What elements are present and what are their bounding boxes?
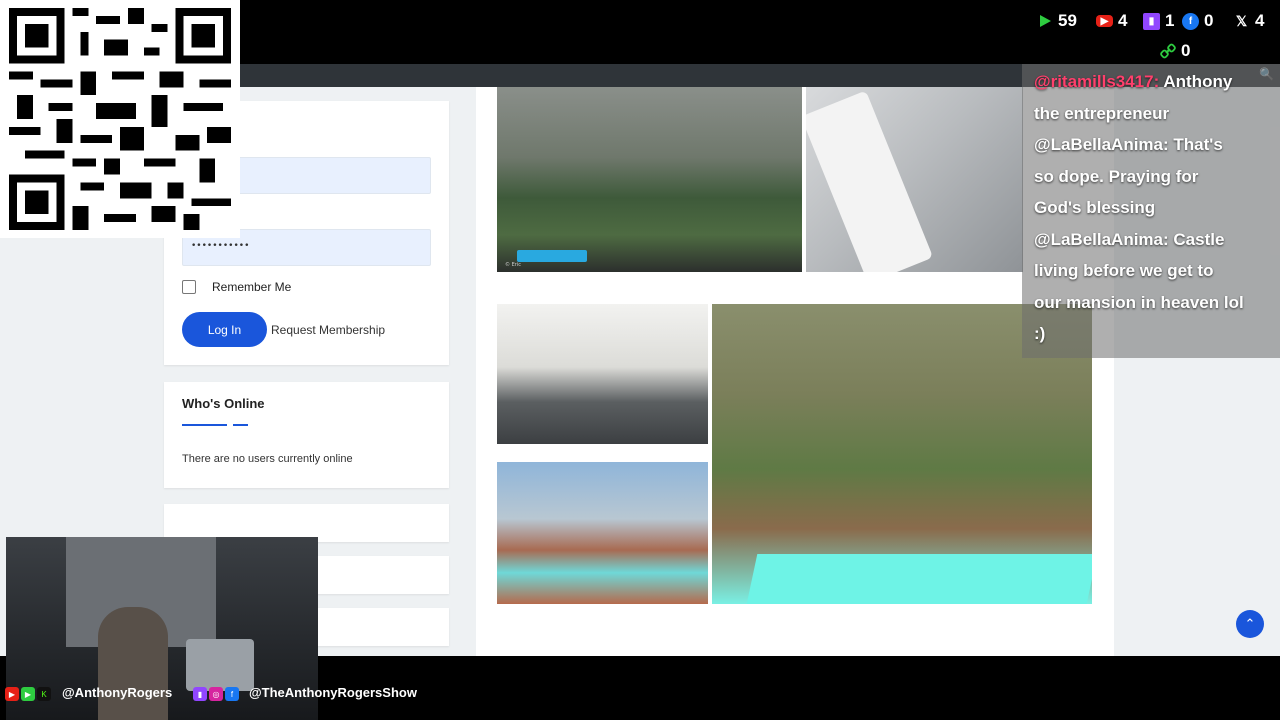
chat-message: so dope. Praying for [1034, 167, 1199, 186]
fitness-center-photo[interactable] [497, 304, 708, 444]
rumble-icon: ▶ [21, 687, 35, 701]
kick-icon: K [37, 687, 51, 701]
play-icon [1036, 13, 1053, 30]
youtube-icon: ▶ [1096, 15, 1113, 27]
social-handles-bar: ▶ ▶ K @AnthonyRogers ▮ ◎ f @TheAnthonyRo… [0, 683, 1280, 720]
qr-code [0, 0, 240, 238]
chat-message: That's [1173, 135, 1223, 154]
pool-water [746, 554, 1092, 604]
twitch-count: 1 [1165, 11, 1175, 30]
stream-stats: 59 ▶ 4 ▮ 1 f 0 𝕏 4 0 [1020, 0, 1280, 64]
social-icons-right: ▮ ◎ f [193, 687, 241, 701]
remember-me[interactable]: Remember Me [182, 280, 291, 294]
gym-treadmill-photo[interactable] [806, 87, 1023, 272]
treadmill [806, 90, 934, 272]
chat-message: Anthony [1163, 72, 1233, 91]
lounge-chairs [517, 250, 587, 262]
whos-online-title: Who's Online [182, 396, 265, 411]
instagram-icon: ◎ [209, 687, 223, 701]
scroll-to-top-button[interactable]: ⌃ [1236, 610, 1264, 638]
facebook-stat: f 0 [1182, 11, 1213, 31]
facebook-count: 0 [1204, 11, 1214, 30]
social-icons-left: ▶ ▶ K [5, 687, 53, 701]
whos-online-text: There are no users currently online [182, 453, 353, 465]
title-underline [182, 424, 227, 426]
chat-line: @ritamills3417: Anthony [1034, 72, 1232, 92]
youtube-stat: ▶ 4 [1096, 11, 1127, 31]
link-icon [1159, 43, 1176, 60]
chat-message: living before we get to [1034, 261, 1214, 280]
link-stat: 0 [1159, 41, 1190, 61]
chat-message: the entrepreneur [1034, 104, 1170, 123]
remember-me-label: Remember Me [212, 280, 292, 294]
handle-right: @TheAnthonyRogersShow [249, 685, 417, 700]
chat-line: :) [1034, 324, 1045, 344]
twitch-icon: ▮ [193, 687, 207, 701]
facebook-icon: f [225, 687, 239, 701]
photo-watermark: © Eric [505, 262, 521, 268]
request-membership-link[interactable]: Request Membership [271, 323, 385, 337]
chat-username: @LaBellaAnima: [1034, 230, 1169, 249]
chat-line: our mansion in heaven lol [1034, 293, 1244, 313]
chat-message: our mansion in heaven lol [1034, 293, 1244, 312]
handle-left: @AnthonyRogers [62, 685, 173, 700]
chat-line: so dope. Praying for [1034, 167, 1198, 187]
twitch-stat: ▮ 1 [1143, 11, 1174, 31]
chat-message: God's blessing [1034, 198, 1156, 217]
chat-overlay: @ritamills3417: Anthony the entrepreneur… [1022, 64, 1280, 358]
x-stat: 𝕏 4 [1233, 11, 1265, 31]
chat-username: @ritamills3417: [1034, 72, 1160, 91]
title-underline-accent [233, 424, 248, 426]
remember-me-checkbox[interactable] [182, 280, 196, 294]
twitch-icon: ▮ [1143, 12, 1160, 30]
chat-message: Castle [1173, 230, 1225, 249]
youtube-icon: ▶ [5, 687, 19, 701]
chat-line: living before we get to [1034, 261, 1213, 281]
x-count: 4 [1255, 11, 1265, 30]
x-icon: 𝕏 [1235, 12, 1248, 29]
viewers-stat: 59 [1036, 11, 1077, 31]
chat-line: @LaBellaAnima: That's [1034, 135, 1223, 155]
whos-online-panel: Who's Online There are no users currentl… [164, 382, 449, 488]
youtube-count: 4 [1118, 11, 1128, 30]
chat-line: @LaBellaAnima: Castle [1034, 230, 1224, 250]
chat-line: the entrepreneur [1034, 104, 1169, 124]
viewers-count: 59 [1058, 11, 1077, 30]
login-button[interactable]: Log In [182, 312, 267, 347]
chat-username: @LaBellaAnima: [1034, 135, 1169, 154]
rooftop-terrace-photo[interactable]: © Eric [497, 87, 802, 272]
link-count: 0 [1181, 41, 1191, 60]
pool-deck-photo[interactable] [497, 462, 708, 604]
chat-line: God's blessing [1034, 198, 1155, 218]
facebook-icon: f [1182, 12, 1199, 30]
chat-message: :) [1034, 324, 1046, 343]
